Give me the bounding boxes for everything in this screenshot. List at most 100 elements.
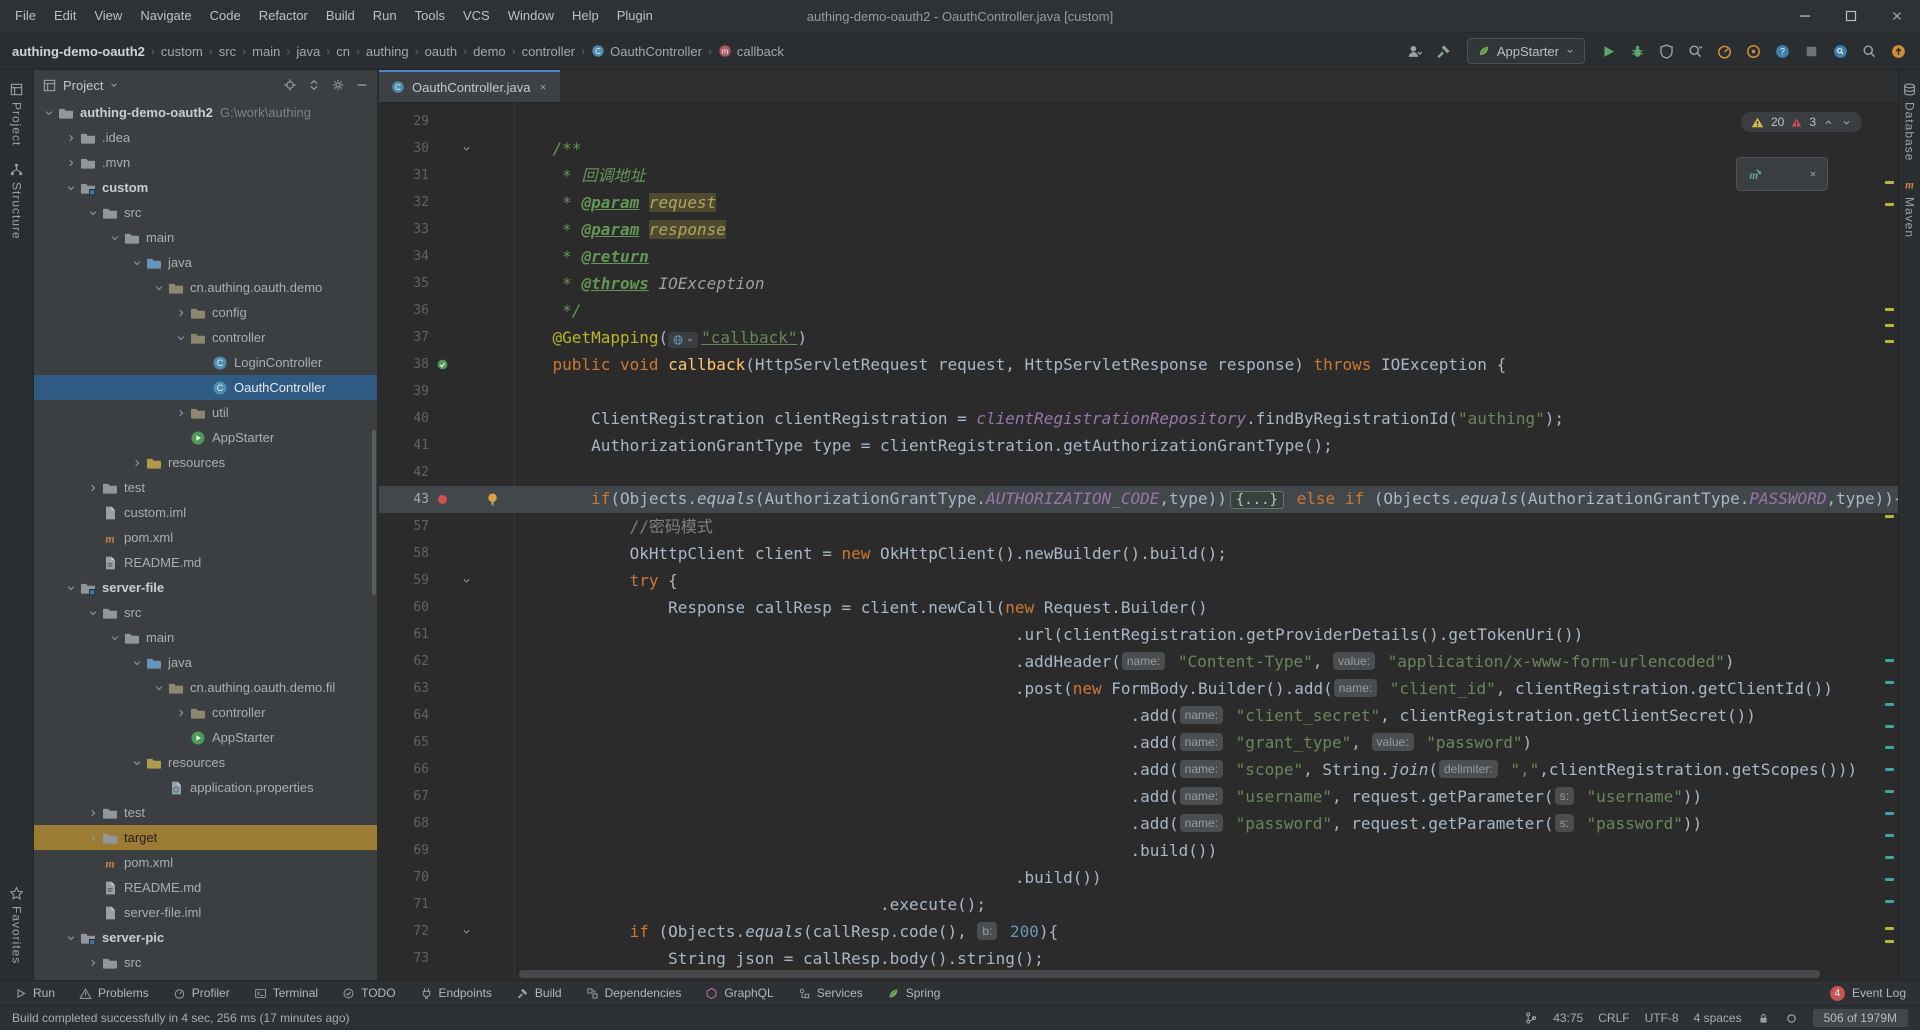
stripe-mark[interactable] bbox=[1885, 768, 1894, 771]
stripe-mark[interactable] bbox=[1885, 927, 1894, 930]
tool-strip-button-maven[interactable]: mMaven bbox=[1902, 177, 1917, 238]
tool-window-button-dependencies[interactable]: Dependencies bbox=[586, 986, 682, 1000]
line-number[interactable]: 37 bbox=[379, 330, 429, 345]
line-number[interactable]: 69 bbox=[379, 843, 429, 858]
chevron-right-icon[interactable] bbox=[172, 307, 189, 319]
line-number[interactable]: 60 bbox=[379, 600, 429, 615]
tree-item-test[interactable]: test bbox=[34, 800, 377, 825]
chevron-right-icon[interactable] bbox=[84, 832, 101, 844]
attach-profiler-button[interactable] bbox=[1743, 41, 1763, 61]
chevron-right-icon[interactable] bbox=[84, 807, 101, 819]
tool-strip-button-database[interactable]: Database bbox=[1902, 82, 1917, 161]
tree-item-cn.authing.oauth.demo[interactable]: cn.authing.oauth.demo bbox=[34, 275, 377, 300]
chevron-down-icon[interactable] bbox=[62, 932, 79, 944]
stripe-mark[interactable] bbox=[1885, 878, 1894, 881]
line-number[interactable]: 67 bbox=[379, 789, 429, 804]
chevron-right-icon[interactable] bbox=[172, 407, 189, 419]
breadcrumb-item-main[interactable]: main bbox=[252, 44, 280, 59]
tree-item-logincontroller[interactable]: CLoginController bbox=[34, 350, 377, 375]
code-text[interactable]: * @param request bbox=[514, 189, 1898, 216]
caret-position[interactable]: 43:75 bbox=[1553, 1011, 1583, 1025]
code-text[interactable]: .url(clientRegistration.getProviderDetai… bbox=[514, 621, 1898, 648]
line-number[interactable]: 33 bbox=[379, 222, 429, 237]
stripe-mark[interactable] bbox=[1885, 856, 1894, 859]
code-text[interactable]: * @throws IOException bbox=[514, 270, 1898, 297]
line-number[interactable]: 39 bbox=[379, 384, 429, 399]
code-text[interactable]: @GetMapping("callback") bbox=[514, 324, 1898, 351]
tool-strip-button-project[interactable]: Project bbox=[9, 82, 24, 146]
tree-item-java[interactable]: java bbox=[34, 650, 377, 675]
indent-style[interactable]: 4 spaces bbox=[1694, 1011, 1742, 1025]
build-project-button[interactable] bbox=[1434, 41, 1454, 61]
tree-item-java[interactable]: java bbox=[34, 250, 377, 275]
line-number[interactable]: 34 bbox=[379, 249, 429, 264]
stop-button[interactable] bbox=[1801, 41, 1821, 61]
memory-indicator[interactable]: 506 of 1979M bbox=[1813, 1009, 1908, 1027]
stripe-mark[interactable] bbox=[1885, 308, 1894, 311]
stripe-mark[interactable] bbox=[1885, 340, 1894, 343]
tree-item-controller[interactable]: controller bbox=[34, 700, 377, 725]
code-text[interactable]: AuthorizationGrantType type = clientRegi… bbox=[514, 432, 1898, 459]
maximize-button[interactable] bbox=[1828, 0, 1874, 32]
stripe-mark[interactable] bbox=[1885, 812, 1894, 815]
tree-item-pom.xml[interactable]: mpom.xml bbox=[34, 850, 377, 875]
tree-item-resources[interactable]: resources bbox=[34, 450, 377, 475]
stripe-mark[interactable] bbox=[1885, 746, 1894, 749]
tool-window-button-terminal[interactable]: Terminal bbox=[254, 986, 318, 1000]
close-button[interactable] bbox=[1874, 0, 1920, 32]
url-mapping-icon[interactable] bbox=[429, 358, 455, 371]
close-tab-icon[interactable] bbox=[538, 82, 548, 92]
code-text[interactable]: .post(new FormBody.Builder().add(name: "… bbox=[514, 675, 1898, 702]
chevron-down-icon[interactable] bbox=[106, 232, 123, 244]
stripe-mark[interactable] bbox=[1885, 790, 1894, 793]
code-text[interactable]: public void callback(HttpServletRequest … bbox=[514, 351, 1898, 378]
tool-window-button-build[interactable]: Build bbox=[516, 986, 562, 1000]
code-text[interactable]: .add(name: "grant_type", value: "passwor… bbox=[514, 729, 1898, 756]
tree-item-pom.xml[interactable]: mpom.xml bbox=[34, 525, 377, 550]
menu-item-tools[interactable]: Tools bbox=[406, 0, 454, 32]
locate-target-icon[interactable] bbox=[283, 78, 297, 92]
project-tree-scrollbar[interactable] bbox=[372, 430, 376, 595]
breadcrumb-item-oauth[interactable]: oauth bbox=[425, 44, 458, 59]
code-text[interactable]: /** bbox=[514, 135, 1898, 162]
tree-item-readme.md[interactable]: README.md bbox=[34, 550, 377, 575]
breakpoint-icon[interactable] bbox=[429, 493, 455, 506]
tree-item-readme.md[interactable]: README.md bbox=[34, 875, 377, 900]
run-anything-button[interactable] bbox=[1685, 41, 1705, 61]
tab-oauthcontroller[interactable]: C OauthController.java bbox=[379, 70, 560, 102]
line-number[interactable]: 41 bbox=[379, 438, 429, 453]
tree-item-target[interactable]: target bbox=[34, 825, 377, 850]
prev-issue-icon[interactable] bbox=[1823, 117, 1834, 128]
tree-item-custom[interactable]: custom bbox=[34, 175, 377, 200]
tool-window-button-problems[interactable]: Problems bbox=[79, 986, 149, 1000]
maven-reload-icon[interactable]: m bbox=[1746, 165, 1764, 183]
code-text[interactable]: try { bbox=[514, 567, 1898, 594]
code-text[interactable]: Response callResp = client.newCall(new R… bbox=[514, 594, 1898, 621]
git-branch-icon[interactable] bbox=[1524, 1011, 1538, 1025]
ide-update-button[interactable] bbox=[1888, 41, 1908, 61]
stripe-mark[interactable] bbox=[1885, 834, 1894, 837]
line-number[interactable]: 68 bbox=[379, 816, 429, 831]
help-button[interactable]: ? bbox=[1772, 41, 1792, 61]
run-button[interactable] bbox=[1598, 41, 1618, 61]
menu-item-vcs[interactable]: VCS bbox=[454, 0, 499, 32]
chevron-right-icon[interactable] bbox=[84, 957, 101, 969]
line-number[interactable]: 64 bbox=[379, 708, 429, 723]
chevron-down-icon[interactable] bbox=[106, 632, 123, 644]
url-inlay-widget[interactable] bbox=[668, 332, 698, 348]
code-text[interactable]: if (Objects.equals(callResp.code(), b: 2… bbox=[514, 918, 1898, 945]
menu-item-plugin[interactable]: Plugin bbox=[608, 0, 662, 32]
hide-minus-icon[interactable] bbox=[355, 78, 369, 92]
breadcrumb-item-authing-demo-oauth2[interactable]: authing-demo-oauth2 bbox=[12, 44, 145, 59]
tree-item-resources[interactable]: resources bbox=[34, 750, 377, 775]
line-number[interactable]: 32 bbox=[379, 195, 429, 210]
chevron-down-icon[interactable] bbox=[128, 257, 145, 269]
breadcrumb-item-custom[interactable]: custom bbox=[161, 44, 203, 59]
stripe-mark[interactable] bbox=[1885, 515, 1894, 518]
stripe-mark[interactable] bbox=[1885, 725, 1894, 728]
line-number[interactable]: 72 bbox=[379, 924, 429, 939]
code-text[interactable]: if(Objects.equals(AuthorizationGrantType… bbox=[514, 485, 1898, 514]
search-everywhere-button[interactable] bbox=[1859, 41, 1879, 61]
coverage-button[interactable] bbox=[1656, 41, 1676, 61]
stripe-mark[interactable] bbox=[1885, 324, 1894, 327]
